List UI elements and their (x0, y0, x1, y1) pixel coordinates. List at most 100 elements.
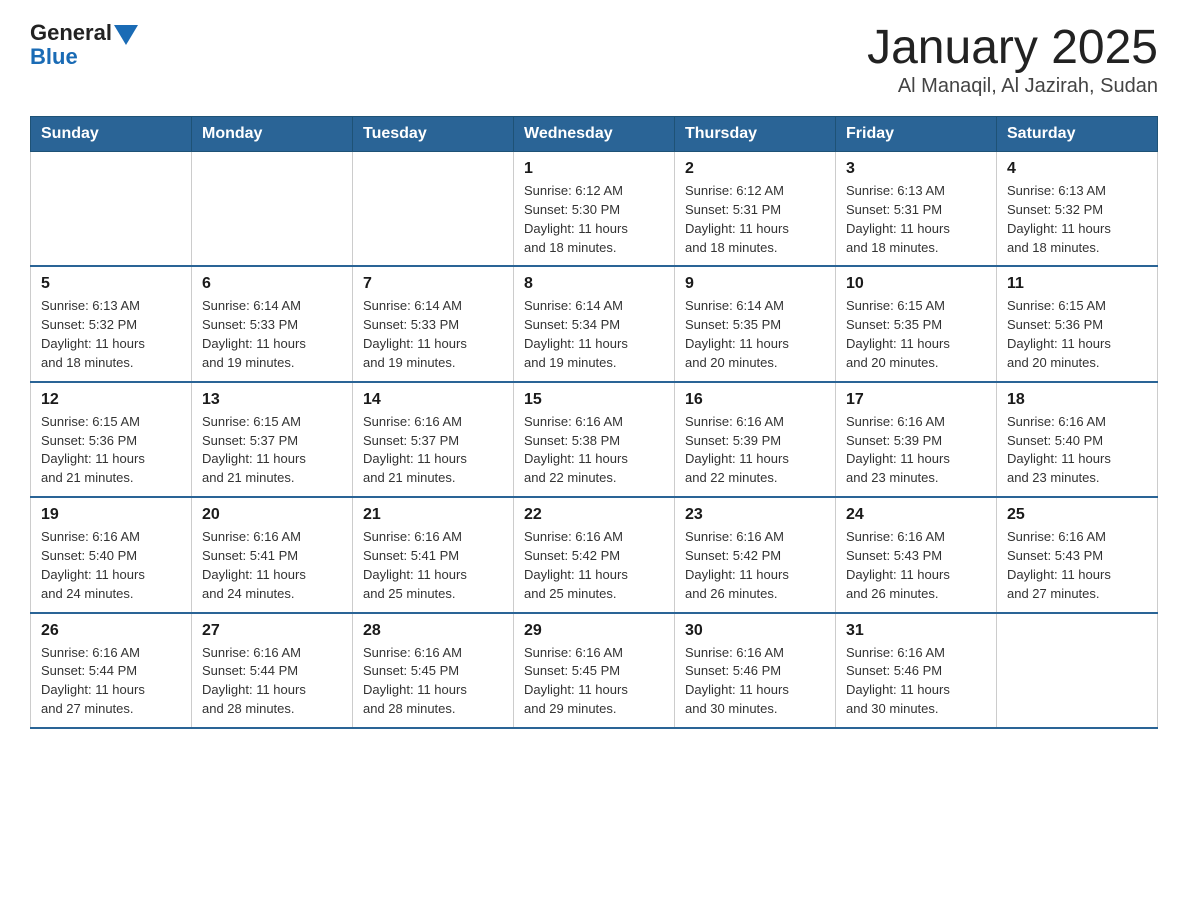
calendar-day-16: 16 Sunrise: 6:16 AM Sunset: 5:39 PM Dayli… (675, 382, 836, 497)
day-info: Sunrise: 6:16 AM Sunset: 5:39 PM Dayligh… (685, 413, 825, 488)
day-number: 6 (202, 275, 342, 293)
day-number: 29 (524, 622, 664, 640)
day-info: Sunrise: 6:16 AM Sunset: 5:46 PM Dayligh… (846, 644, 986, 719)
day-number: 4 (1007, 160, 1147, 178)
day-info: Sunrise: 6:16 AM Sunset: 5:46 PM Dayligh… (685, 644, 825, 719)
day-info: Sunrise: 6:16 AM Sunset: 5:45 PM Dayligh… (524, 644, 664, 719)
calendar-day-31: 31 Sunrise: 6:16 AM Sunset: 5:46 PM Dayli… (836, 613, 997, 728)
calendar-day-27: 27 Sunrise: 6:16 AM Sunset: 5:44 PM Dayli… (192, 613, 353, 728)
day-info: Sunrise: 6:16 AM Sunset: 5:38 PM Dayligh… (524, 413, 664, 488)
calendar-title-block: January 2025 Al Manaqil, Al Jazirah, Sud… (867, 20, 1158, 98)
calendar-day-18: 18Sunrise: 6:16 AM Sunset: 5:40 PM Dayli… (997, 382, 1158, 497)
day-number: 9 (685, 275, 825, 293)
day-number: 18 (1007, 391, 1147, 409)
day-number: 27 (202, 622, 342, 640)
day-info: Sunrise: 6:13 AM Sunset: 5:31 PM Dayligh… (846, 182, 986, 257)
day-number: 11 (1007, 275, 1147, 293)
day-number: 12 (41, 391, 181, 409)
day-info: Sunrise: 6:16 AM Sunset: 5:42 PM Dayligh… (524, 528, 664, 603)
day-number: 24 (846, 506, 986, 524)
day-info: Sunrise: 6:13 AM Sunset: 5:32 PM Dayligh… (1007, 182, 1147, 257)
weekday-header-row: SundayMondayTuesdayWednesdayThursdayFrid… (31, 117, 1158, 152)
empty-cell (192, 152, 353, 267)
day-info: Sunrise: 6:14 AM Sunset: 5:34 PM Dayligh… (524, 297, 664, 372)
weekday-header-thursday: Thursday (675, 117, 836, 152)
calendar-day-10: 10Sunrise: 6:15 AM Sunset: 5:35 PM Dayli… (836, 266, 997, 381)
day-info: Sunrise: 6:14 AM Sunset: 5:33 PM Dayligh… (363, 297, 503, 372)
calendar-day-7: 7 Sunrise: 6:14 AM Sunset: 5:33 PM Daylig… (353, 266, 514, 381)
day-number: 7 (363, 275, 503, 293)
day-number: 31 (846, 622, 986, 640)
calendar-day-17: 17Sunrise: 6:16 AM Sunset: 5:39 PM Dayli… (836, 382, 997, 497)
calendar-title: January 2025 (867, 20, 1158, 75)
day-info: Sunrise: 6:16 AM Sunset: 5:42 PM Dayligh… (685, 528, 825, 603)
weekday-header-wednesday: Wednesday (514, 117, 675, 152)
page-header: General Blue January 2025 Al Manaqil, Al… (30, 20, 1158, 98)
day-number: 2 (685, 160, 825, 178)
calendar-day-30: 30 Sunrise: 6:16 AM Sunset: 5:46 PM Dayli… (675, 613, 836, 728)
calendar-day-28: 28Sunrise: 6:16 AM Sunset: 5:45 PM Dayli… (353, 613, 514, 728)
calendar-week-row: 19 Sunrise: 6:16 AM Sunset: 5:40 PM Dayli… (31, 497, 1158, 612)
day-number: 13 (202, 391, 342, 409)
calendar-week-row: 5 Sunrise: 6:13 AM Sunset: 5:32 PM Daylig… (31, 266, 1158, 381)
day-number: 16 (685, 391, 825, 409)
day-number: 5 (41, 275, 181, 293)
day-number: 14 (363, 391, 503, 409)
calendar-day-19: 19 Sunrise: 6:16 AM Sunset: 5:40 PM Dayli… (31, 497, 192, 612)
calendar-week-row: 26 Sunrise: 6:16 AM Sunset: 5:44 PM Dayli… (31, 613, 1158, 728)
calendar-table: SundayMondayTuesdayWednesdayThursdayFrid… (30, 116, 1158, 729)
weekday-header-monday: Monday (192, 117, 353, 152)
day-number: 26 (41, 622, 181, 640)
logo: General Blue (30, 20, 138, 70)
calendar-day-3: 3 Sunrise: 6:13 AM Sunset: 5:31 PM Daylig… (836, 152, 997, 267)
day-info: Sunrise: 6:12 AM Sunset: 5:30 PM Dayligh… (524, 182, 664, 257)
calendar-day-20: 20 Sunrise: 6:16 AM Sunset: 5:41 PM Dayli… (192, 497, 353, 612)
day-info: Sunrise: 6:16 AM Sunset: 5:40 PM Dayligh… (41, 528, 181, 603)
weekday-header-friday: Friday (836, 117, 997, 152)
day-number: 17 (846, 391, 986, 409)
calendar-day-11: 11Sunrise: 6:15 AM Sunset: 5:36 PM Dayli… (997, 266, 1158, 381)
calendar-day-9: 9 Sunrise: 6:14 AM Sunset: 5:35 PM Daylig… (675, 266, 836, 381)
day-info: Sunrise: 6:16 AM Sunset: 5:37 PM Dayligh… (363, 413, 503, 488)
day-info: Sunrise: 6:16 AM Sunset: 5:44 PM Dayligh… (41, 644, 181, 719)
calendar-day-14: 14 Sunrise: 6:16 AM Sunset: 5:37 PM Dayli… (353, 382, 514, 497)
day-info: Sunrise: 6:15 AM Sunset: 5:37 PM Dayligh… (202, 413, 342, 488)
logo-general-text: General (30, 20, 112, 46)
day-number: 22 (524, 506, 664, 524)
day-number: 23 (685, 506, 825, 524)
calendar-day-8: 8 Sunrise: 6:14 AM Sunset: 5:34 PM Daylig… (514, 266, 675, 381)
calendar-day-29: 29 Sunrise: 6:16 AM Sunset: 5:45 PM Dayli… (514, 613, 675, 728)
day-info: Sunrise: 6:12 AM Sunset: 5:31 PM Dayligh… (685, 182, 825, 257)
day-info: Sunrise: 6:13 AM Sunset: 5:32 PM Dayligh… (41, 297, 181, 372)
empty-cell (353, 152, 514, 267)
calendar-day-12: 12 Sunrise: 6:15 AM Sunset: 5:36 PM Dayli… (31, 382, 192, 497)
empty-cell (31, 152, 192, 267)
day-info: Sunrise: 6:16 AM Sunset: 5:41 PM Dayligh… (363, 528, 503, 603)
calendar-header: SundayMondayTuesdayWednesdayThursdayFrid… (31, 117, 1158, 152)
day-number: 25 (1007, 506, 1147, 524)
day-number: 15 (524, 391, 664, 409)
day-number: 1 (524, 160, 664, 178)
calendar-day-21: 21Sunrise: 6:16 AM Sunset: 5:41 PM Dayli… (353, 497, 514, 612)
day-number: 28 (363, 622, 503, 640)
day-number: 20 (202, 506, 342, 524)
day-number: 8 (524, 275, 664, 293)
day-number: 19 (41, 506, 181, 524)
calendar-day-4: 4 Sunrise: 6:13 AM Sunset: 5:32 PM Daylig… (997, 152, 1158, 267)
day-number: 30 (685, 622, 825, 640)
calendar-week-row: 1 Sunrise: 6:12 AM Sunset: 5:30 PM Daylig… (31, 152, 1158, 267)
day-info: Sunrise: 6:14 AM Sunset: 5:35 PM Dayligh… (685, 297, 825, 372)
calendar-day-25: 25 Sunrise: 6:16 AM Sunset: 5:43 PM Dayli… (997, 497, 1158, 612)
logo-blue-text: Blue (30, 44, 78, 70)
day-number: 10 (846, 275, 986, 293)
calendar-day-6: 6Sunrise: 6:14 AM Sunset: 5:33 PM Daylig… (192, 266, 353, 381)
day-info: Sunrise: 6:16 AM Sunset: 5:44 PM Dayligh… (202, 644, 342, 719)
day-info: Sunrise: 6:16 AM Sunset: 5:41 PM Dayligh… (202, 528, 342, 603)
weekday-header-saturday: Saturday (997, 117, 1158, 152)
day-info: Sunrise: 6:15 AM Sunset: 5:36 PM Dayligh… (41, 413, 181, 488)
weekday-header-sunday: Sunday (31, 117, 192, 152)
calendar-day-5: 5 Sunrise: 6:13 AM Sunset: 5:32 PM Daylig… (31, 266, 192, 381)
day-info: Sunrise: 6:16 AM Sunset: 5:43 PM Dayligh… (1007, 528, 1147, 603)
weekday-header-tuesday: Tuesday (353, 117, 514, 152)
day-number: 3 (846, 160, 986, 178)
